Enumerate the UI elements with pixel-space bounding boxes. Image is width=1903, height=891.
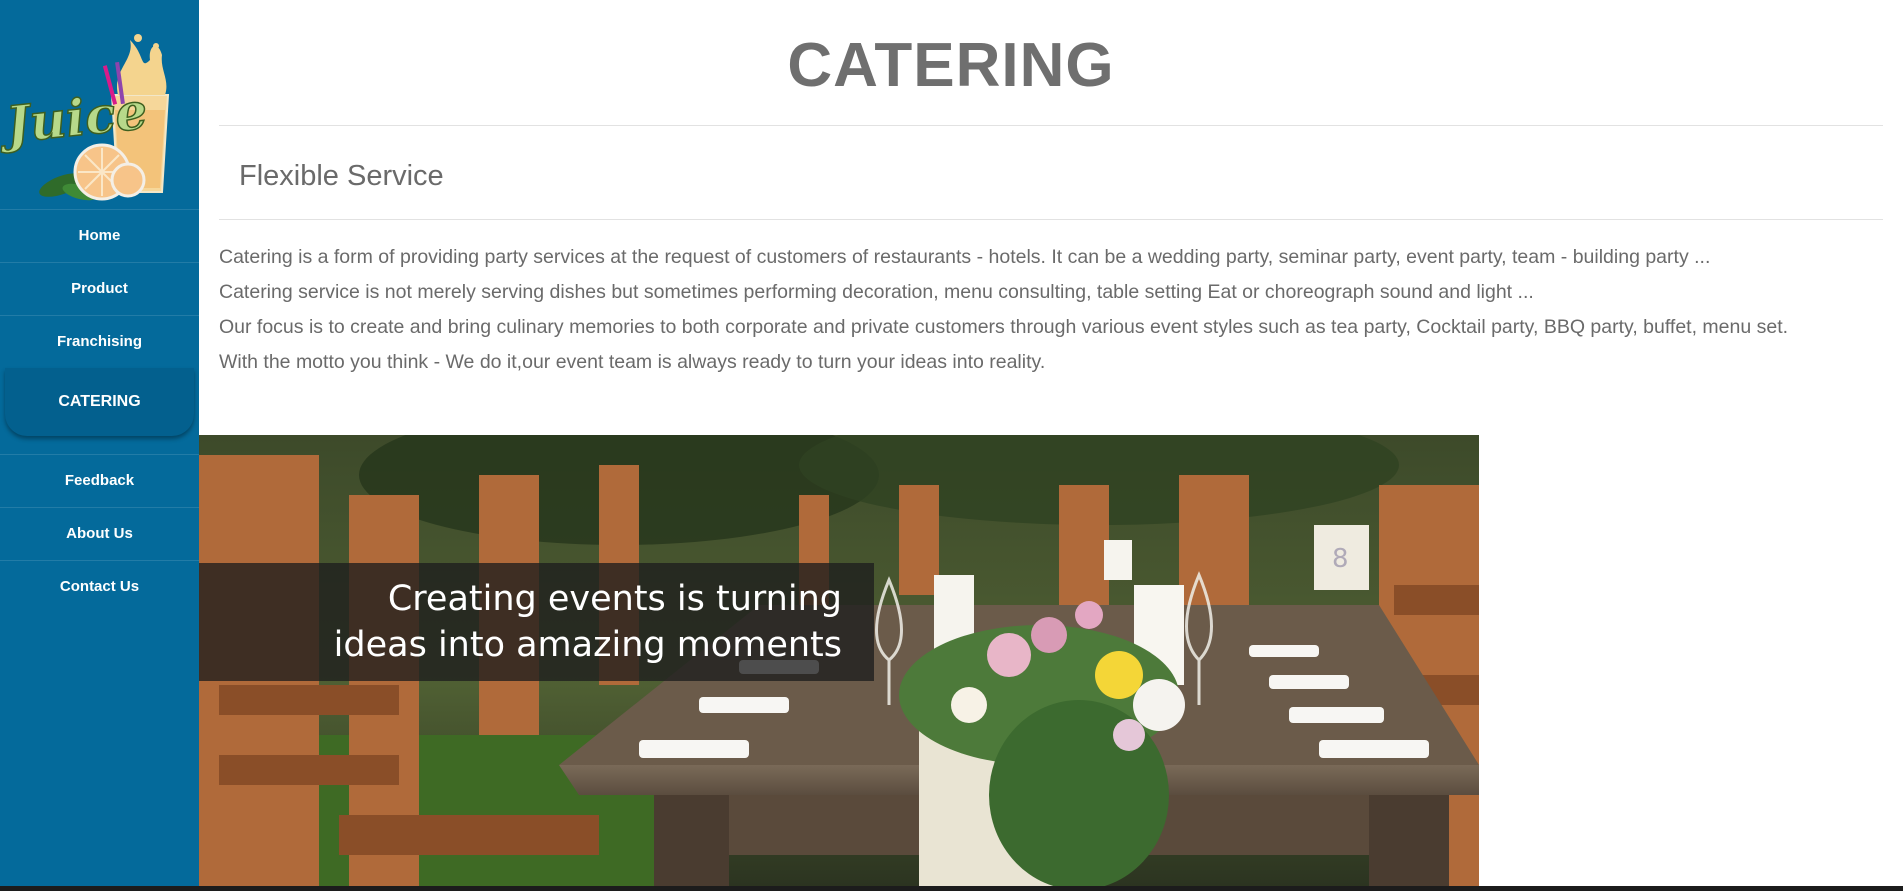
nav-item-franchising[interactable]: Franchising	[0, 315, 199, 368]
page-title: CATERING	[787, 31, 1115, 100]
banner-caption: Creating events is turning ideas into am…	[199, 563, 874, 681]
nav-item-home[interactable]: Home	[0, 209, 199, 262]
nav-item-catering[interactable]: CATERING	[5, 368, 194, 436]
nav-item-about-us[interactable]: About Us	[0, 507, 199, 560]
nav-item-feedback[interactable]: Feedback	[0, 454, 199, 507]
main-nav: Home Product Franchising CATERING Feedba…	[0, 209, 199, 613]
subtitle-divider	[219, 219, 1883, 220]
bottom-edge	[0, 886, 1903, 891]
paragraph: With the motto you think - We do it,our …	[219, 351, 1046, 373]
intro-text: Catering is a form of providing party se…	[219, 240, 1889, 380]
paragraph: Our focus is to create and bring culinar…	[219, 316, 1789, 338]
sidebar: Juice Home Product Franchising CATERING …	[0, 0, 199, 891]
nav-item-contact-us[interactable]: Contact Us	[0, 560, 199, 613]
catering-banner-image: 8 Creating events is turning ideas into …	[199, 435, 1479, 891]
paragraph: Catering is a form of providing party se…	[219, 246, 1711, 268]
caption-line-2: ideas into amazing moments	[333, 625, 842, 665]
title-divider	[219, 125, 1883, 126]
main-content: CATERING Flexible Service Catering is a …	[199, 0, 1903, 891]
section-subtitle: Flexible Service	[239, 160, 444, 192]
paragraph: Catering service is not merely serving d…	[219, 281, 1534, 303]
juice-logo[interactable]: Juice	[0, 0, 199, 208]
caption-line-1: Creating events is turning	[387, 579, 842, 619]
nav-item-product[interactable]: Product	[0, 262, 199, 315]
svg-text:8: 8	[1332, 544, 1349, 574]
